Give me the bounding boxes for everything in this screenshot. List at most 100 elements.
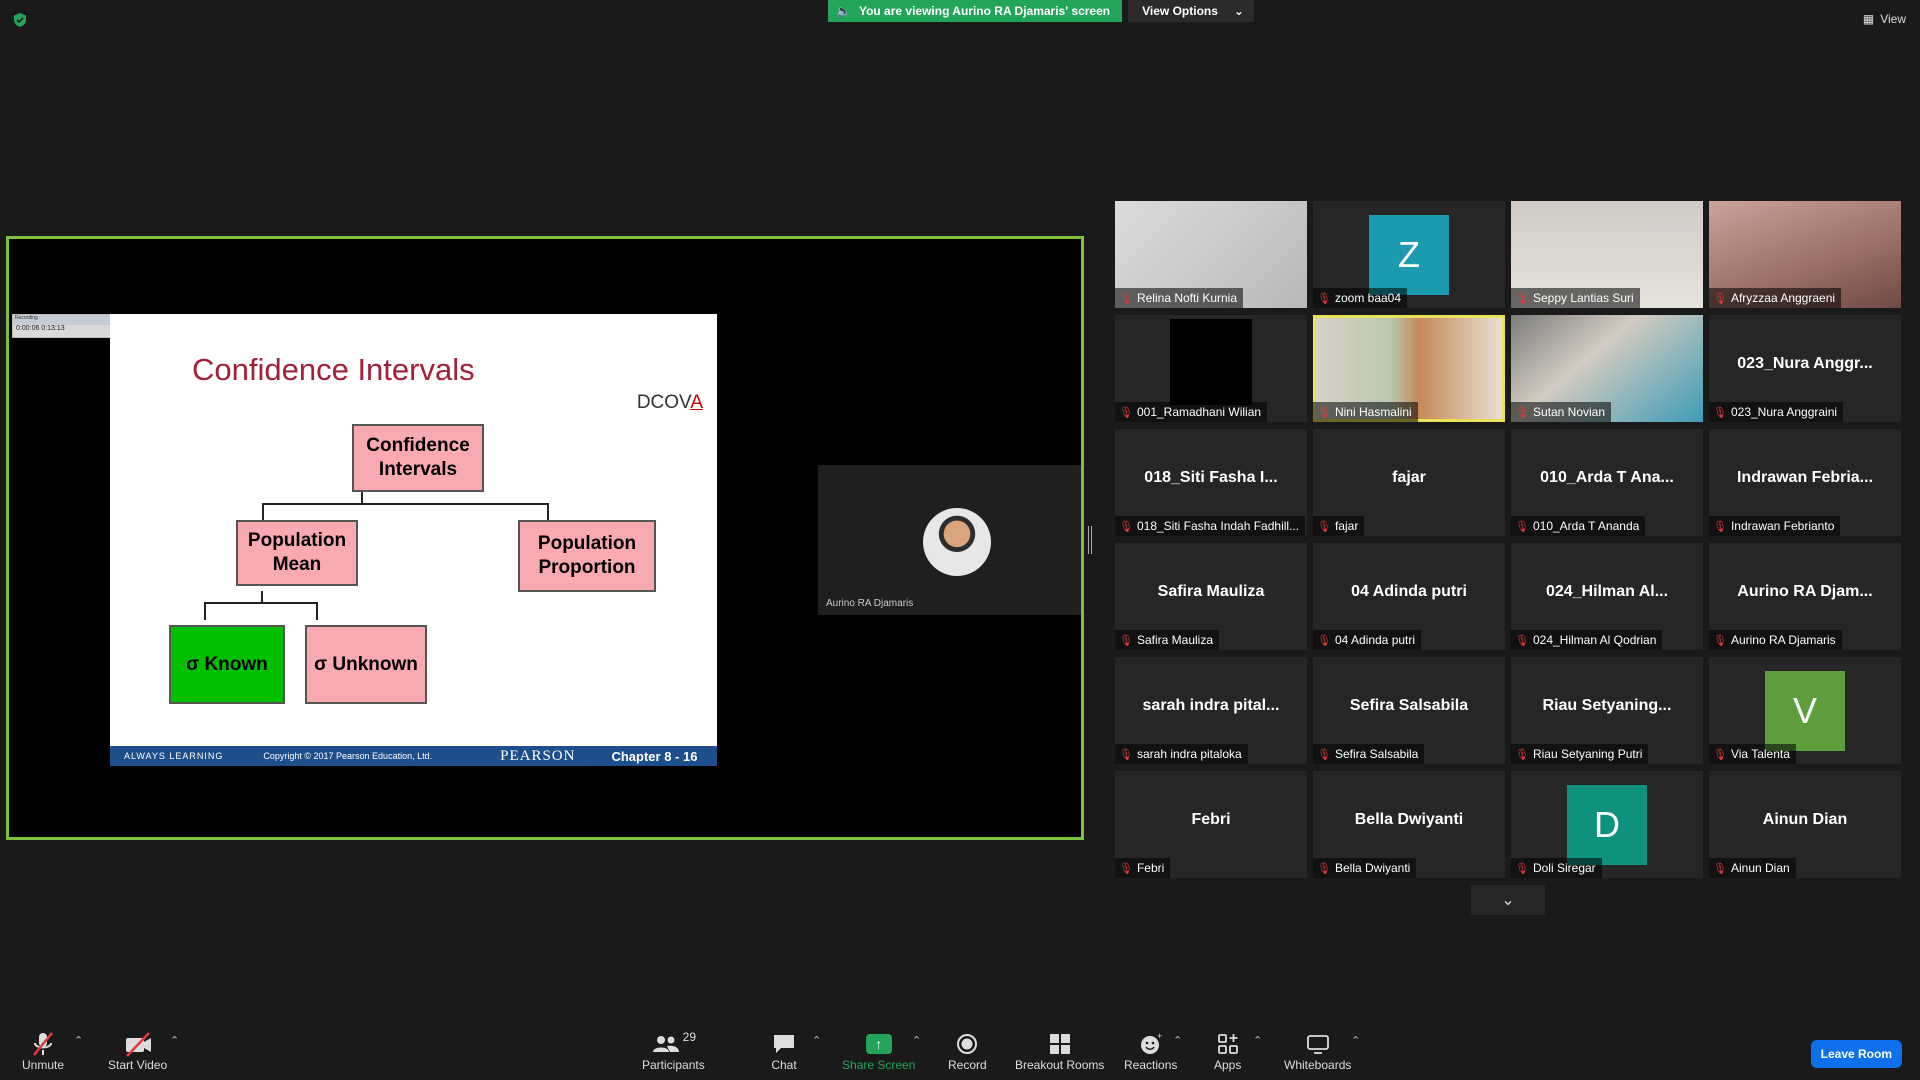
participant-name: 023_Nura Anggraini [1730, 405, 1838, 419]
view-options-button[interactable]: View Options ⌄ [1128, 0, 1254, 22]
security-shield-icon[interactable] [12, 12, 28, 28]
muted-mic-icon: 🎙 [1515, 406, 1529, 419]
view-button[interactable]: ▦ View [1863, 12, 1906, 26]
participant-tile[interactable]: Safira Mauliza 🎙 Safira Mauliza [1115, 543, 1307, 650]
participant-name: 04 Adinda putri [1334, 633, 1416, 647]
start-video-button[interactable]: Start Video [108, 1030, 167, 1072]
participant-tile[interactable]: 023_Nura Anggr... 🎙 023_Nura Anggraini [1709, 315, 1901, 422]
muted-mic-icon: 🎙 [1515, 862, 1529, 875]
participants-label: Participants [642, 1058, 705, 1072]
participants-icon: 29 [651, 1030, 696, 1058]
participant-tile[interactable]: D 🎙 Doli Siregar [1511, 771, 1703, 878]
breakout-rooms-button[interactable]: Breakout Rooms [1015, 1030, 1104, 1072]
participant-tile[interactable]: Indrawan Febria... 🎙 Indrawan Febrianto [1709, 429, 1901, 536]
participant-avatar: Z [1369, 215, 1449, 295]
start-video-label: Start Video [108, 1058, 168, 1072]
muted-mic-icon: 🎙 [1515, 520, 1529, 533]
participant-display-name: Safira Mauliza [1157, 583, 1265, 600]
footer-copyright: Copyright © 2017 Pearson Education, Ltd. [263, 751, 433, 761]
participant-name-bar: 🎙 Seppy Lantias Suri [1511, 288, 1640, 308]
footer-publisher: PEARSON [500, 747, 576, 764]
participant-tile[interactable]: 024_Hilman Al... 🎙 024_Hilman Al Qodrian [1511, 543, 1703, 650]
reactions-button[interactable]: + Reactions [1124, 1030, 1177, 1072]
smiley-icon: + [1139, 1030, 1163, 1058]
participant-tile[interactable]: 🎙 001_Ramadhani Wilian [1115, 315, 1307, 422]
participant-name-bar: 🎙 018_Siti Fasha Indah Fadhill... [1115, 516, 1306, 536]
audio-options-caret-icon[interactable]: ⌃ [74, 1034, 83, 1047]
slide-footer: ALWAYS LEARNING Copyright © 2017 Pearson… [110, 746, 717, 766]
view-label: View [1880, 12, 1906, 26]
participant-name: Relina Nofti Kurnia [1136, 291, 1238, 305]
participant-tile[interactable]: 🎙 Seppy Lantias Suri [1511, 201, 1703, 308]
footer-chapter: Chapter 8 - 16 [611, 748, 698, 764]
presentation-slide: Confidence Intervals DCOVA Confidence In… [110, 314, 717, 766]
participant-tile[interactable]: sarah indra pital... 🎙 sarah indra pitalok… [1115, 657, 1307, 764]
participant-tile[interactable]: 🎙 Nini Hasmalini [1313, 315, 1505, 422]
share-screen-button[interactable]: ↑ Share Screen [842, 1030, 915, 1072]
participants-button[interactable]: 29 Participants [642, 1030, 705, 1072]
participant-tile[interactable]: 🎙 Relina Nofti Kurnia [1115, 201, 1307, 308]
reactions-label: Reactions [1124, 1058, 1178, 1072]
presenter-name: Aurino RA Djamaris [826, 598, 914, 609]
muted-mic-icon: 🎙 [1317, 862, 1331, 875]
participant-tile[interactable]: Riau Setyaning... 🎙 Riau Setyaning Putri [1511, 657, 1703, 764]
whiteboards-options-caret-icon[interactable]: ⌃ [1351, 1034, 1360, 1047]
participant-display-name: Sefira Salsabila [1349, 697, 1469, 714]
recording-mini-toolbar[interactable]: Recording 0:00:06 0:13:13 [12, 314, 112, 338]
box-population-proportion: Population Proportion [518, 520, 656, 592]
participant-tile[interactable]: fajar 🎙 fajar [1313, 429, 1505, 536]
participant-name-bar: 🎙 zoom baa04 [1313, 288, 1408, 308]
muted-mic-icon: 🎙 [1515, 634, 1529, 647]
participant-tile[interactable]: Aurino RA Djam... 🎙 Aurino RA Djamaris [1709, 543, 1901, 650]
participant-tile[interactable]: Febri 🎙 Febri [1115, 771, 1307, 878]
apps-button[interactable]: Apps [1214, 1030, 1241, 1072]
participant-tile[interactable]: V 🎙 Via Talenta [1709, 657, 1901, 764]
participant-tile[interactable]: 018_Siti Fasha I... 🎙 018_Siti Fasha Indah… [1115, 429, 1307, 536]
participant-tile[interactable]: 🎙 Sutan Novian [1511, 315, 1703, 422]
gallery-next-page-button[interactable]: ⌄ [1471, 885, 1545, 915]
video-options-caret-icon[interactable]: ⌃ [170, 1034, 179, 1047]
whiteboards-button[interactable]: Whiteboards [1284, 1030, 1351, 1072]
split-resize-handle[interactable] [1088, 526, 1092, 554]
participant-display-name: 024_Hilman Al... [1545, 583, 1669, 600]
participant-tile[interactable]: Bella Dwiyanti 🎙 Bella Dwiyanti [1313, 771, 1505, 878]
viewing-screen-banner: 🔈 You are viewing Aurino RA Djamaris' sc… [828, 0, 1254, 22]
participant-name-bar: 🎙 Doli Siregar [1511, 858, 1602, 878]
apps-icon [1217, 1030, 1239, 1058]
chat-button[interactable]: Chat [771, 1030, 797, 1072]
participant-tile[interactable]: 04 Adinda putri 🎙 04 Adinda putri [1313, 543, 1505, 650]
grid-view-icon: ▦ [1862, 12, 1875, 26]
participant-tile[interactable]: 010_Arda T Ana... 🎙 010_Arda T Ananda [1511, 429, 1703, 536]
participant-tile[interactable]: Ainun Dian 🎙 Ainun Dian [1709, 771, 1901, 878]
participants-count: 29 [682, 1030, 697, 1044]
participant-name: 010_Arda T Ananda [1532, 519, 1640, 533]
record-button[interactable]: Record [948, 1030, 987, 1072]
participant-video [1170, 319, 1252, 405]
participant-name: zoom baa04 [1334, 291, 1402, 305]
box-population-mean: Population Mean [236, 520, 358, 586]
chevron-down-icon: ⌄ [1233, 4, 1244, 18]
dcova-prefix: DCOV [636, 392, 691, 413]
share-options-caret-icon[interactable]: ⌃ [912, 1034, 921, 1047]
participant-name-bar: 🎙 Ainun Dian [1709, 858, 1796, 878]
participant-name: Indrawan Febrianto [1730, 519, 1835, 533]
participant-name-bar: 🎙 010_Arda T Ananda [1511, 516, 1646, 536]
reactions-options-caret-icon[interactable]: ⌃ [1173, 1034, 1182, 1047]
box-confidence-intervals: Confidence Intervals [352, 424, 484, 492]
participant-tile[interactable]: 🎙 Afryzzaa Anggraeni [1709, 201, 1901, 308]
leave-room-button[interactable]: Leave Room [1810, 1040, 1902, 1068]
muted-mic-icon: 🎙 [1713, 292, 1727, 305]
muted-mic-icon: 🎙 [1119, 406, 1133, 419]
participant-tile[interactable]: Sefira Salsabila 🎙 Sefira Salsabila [1313, 657, 1505, 764]
apps-options-caret-icon[interactable]: ⌃ [1253, 1034, 1262, 1047]
muted-mic-icon: 🎙 [1713, 520, 1727, 533]
unmute-button[interactable]: Unmute [22, 1030, 64, 1072]
participant-name: 024_Hilman Al Qodrian [1532, 633, 1657, 647]
muted-mic-icon: 🎙 [1515, 292, 1529, 305]
participant-name-bar: 🎙 Sefira Salsabila [1313, 744, 1425, 764]
muted-mic-icon: 🎙 [1713, 634, 1727, 647]
chat-options-caret-icon[interactable]: ⌃ [812, 1034, 821, 1047]
participant-tile[interactable]: Z 🎙 zoom baa04 [1313, 201, 1505, 308]
muted-mic-icon: 🎙 [1119, 634, 1133, 647]
apps-label: Apps [1214, 1058, 1242, 1072]
